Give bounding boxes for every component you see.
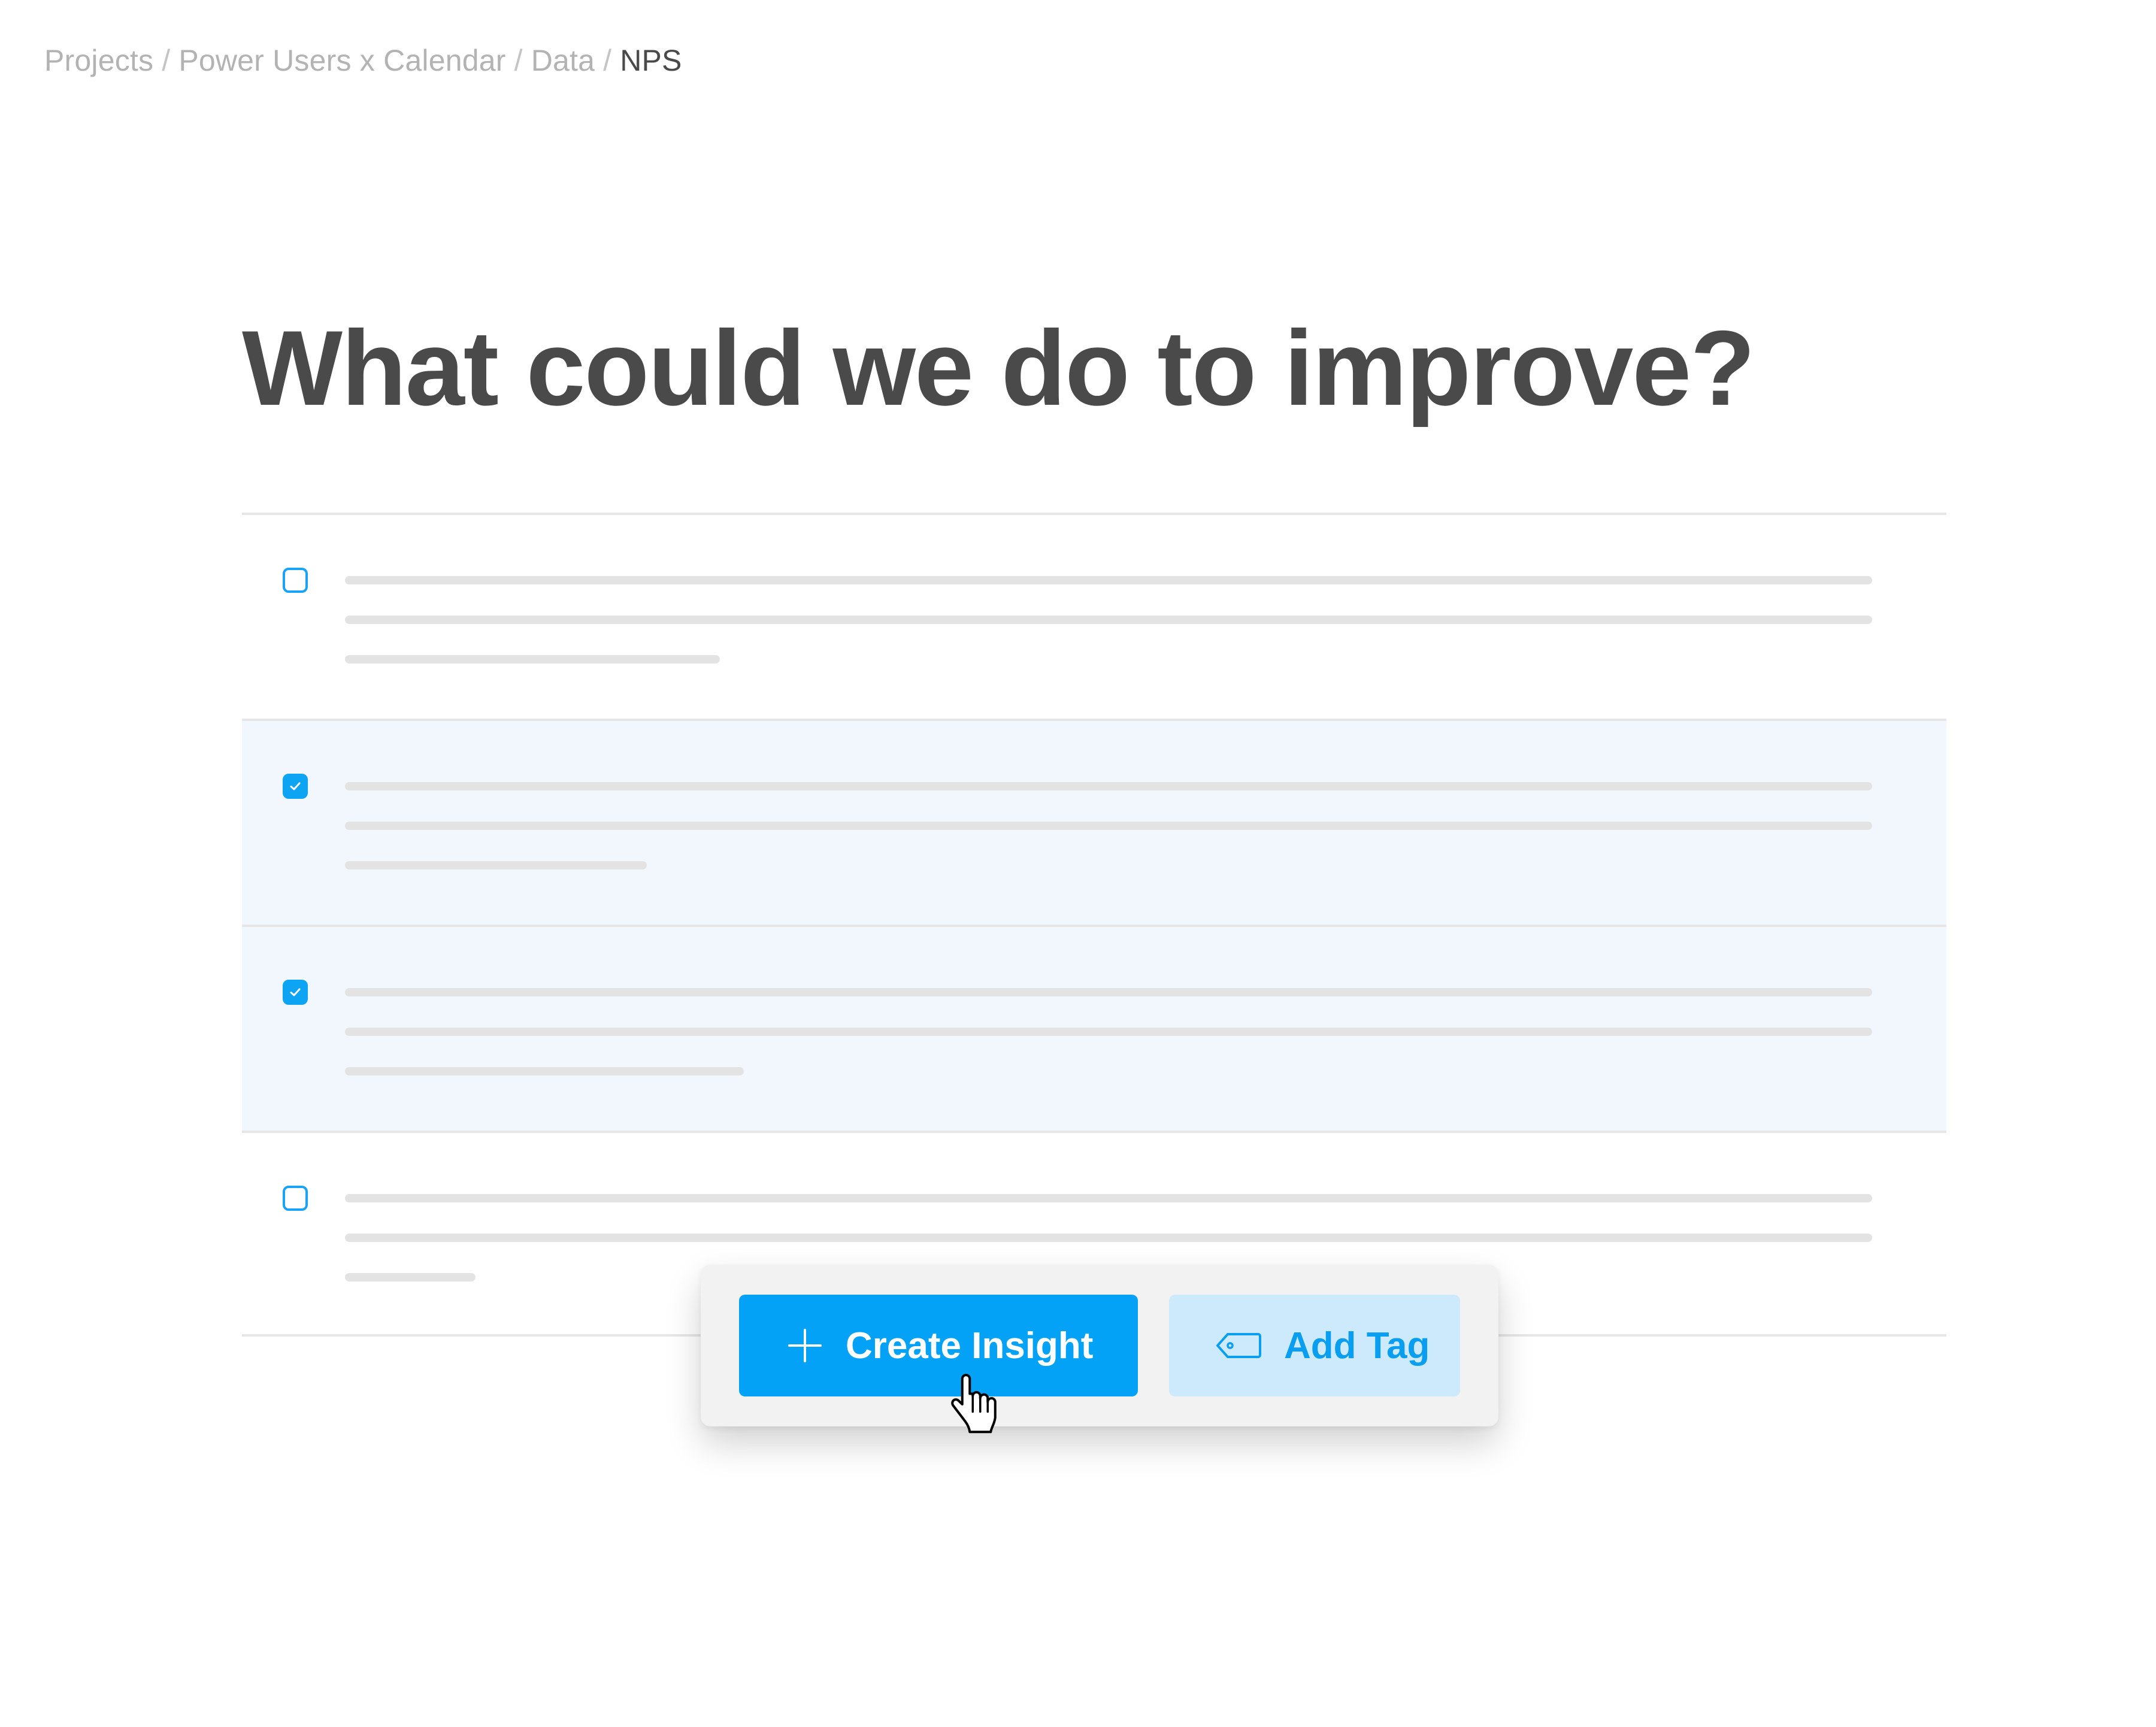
add-tag-label: Add Tag [1284,1325,1430,1367]
response-row[interactable] [242,719,1946,925]
breadcrumb-separator: / [162,44,171,77]
tag-icon [1216,1332,1261,1359]
response-row[interactable] [242,513,1946,719]
response-text-placeholder [345,1273,476,1281]
response-text-placeholder [345,1194,1872,1202]
breadcrumb-item-project[interactable]: Power Users x Calendar [178,44,505,77]
selection-action-bar: Create Insight Add Tag [701,1265,1498,1426]
breadcrumb-item-projects[interactable]: Projects [44,44,153,77]
response-text-placeholder [345,616,1872,624]
row-checkbox[interactable] [283,980,308,1005]
response-text-placeholder [345,782,1872,790]
hand-pointer-cursor-icon [951,1371,999,1440]
row-checkbox[interactable] [283,1186,308,1211]
plus-icon [787,1328,823,1364]
create-insight-label: Create Insight [846,1325,1094,1367]
breadcrumb-separator: / [514,44,523,77]
response-text-placeholder [345,576,1872,584]
response-text-placeholder [345,1234,1872,1242]
response-row[interactable] [242,925,1946,1131]
response-text-placeholder [345,988,1872,996]
breadcrumb-current: NPS [620,44,682,77]
row-checkbox[interactable] [283,568,308,593]
add-tag-button[interactable]: Add Tag [1169,1295,1460,1396]
create-insight-button[interactable]: Create Insight [739,1295,1138,1396]
breadcrumb-separator: / [603,44,612,77]
checkmark-icon [290,782,301,790]
response-text-placeholder [345,861,647,869]
response-text-placeholder [345,1028,1872,1036]
breadcrumb-item-data[interactable]: Data [531,44,595,77]
response-text-placeholder [345,822,1872,830]
response-text-placeholder [345,655,720,663]
breadcrumb: Projects / Power Users x Calendar / Data / NPS [44,43,682,78]
response-list [242,513,1946,1337]
page-title: What could we do to improve? [242,308,1755,428]
checkmark-icon [290,988,301,996]
response-text-placeholder [345,1067,744,1075]
row-checkbox[interactable] [283,774,308,799]
